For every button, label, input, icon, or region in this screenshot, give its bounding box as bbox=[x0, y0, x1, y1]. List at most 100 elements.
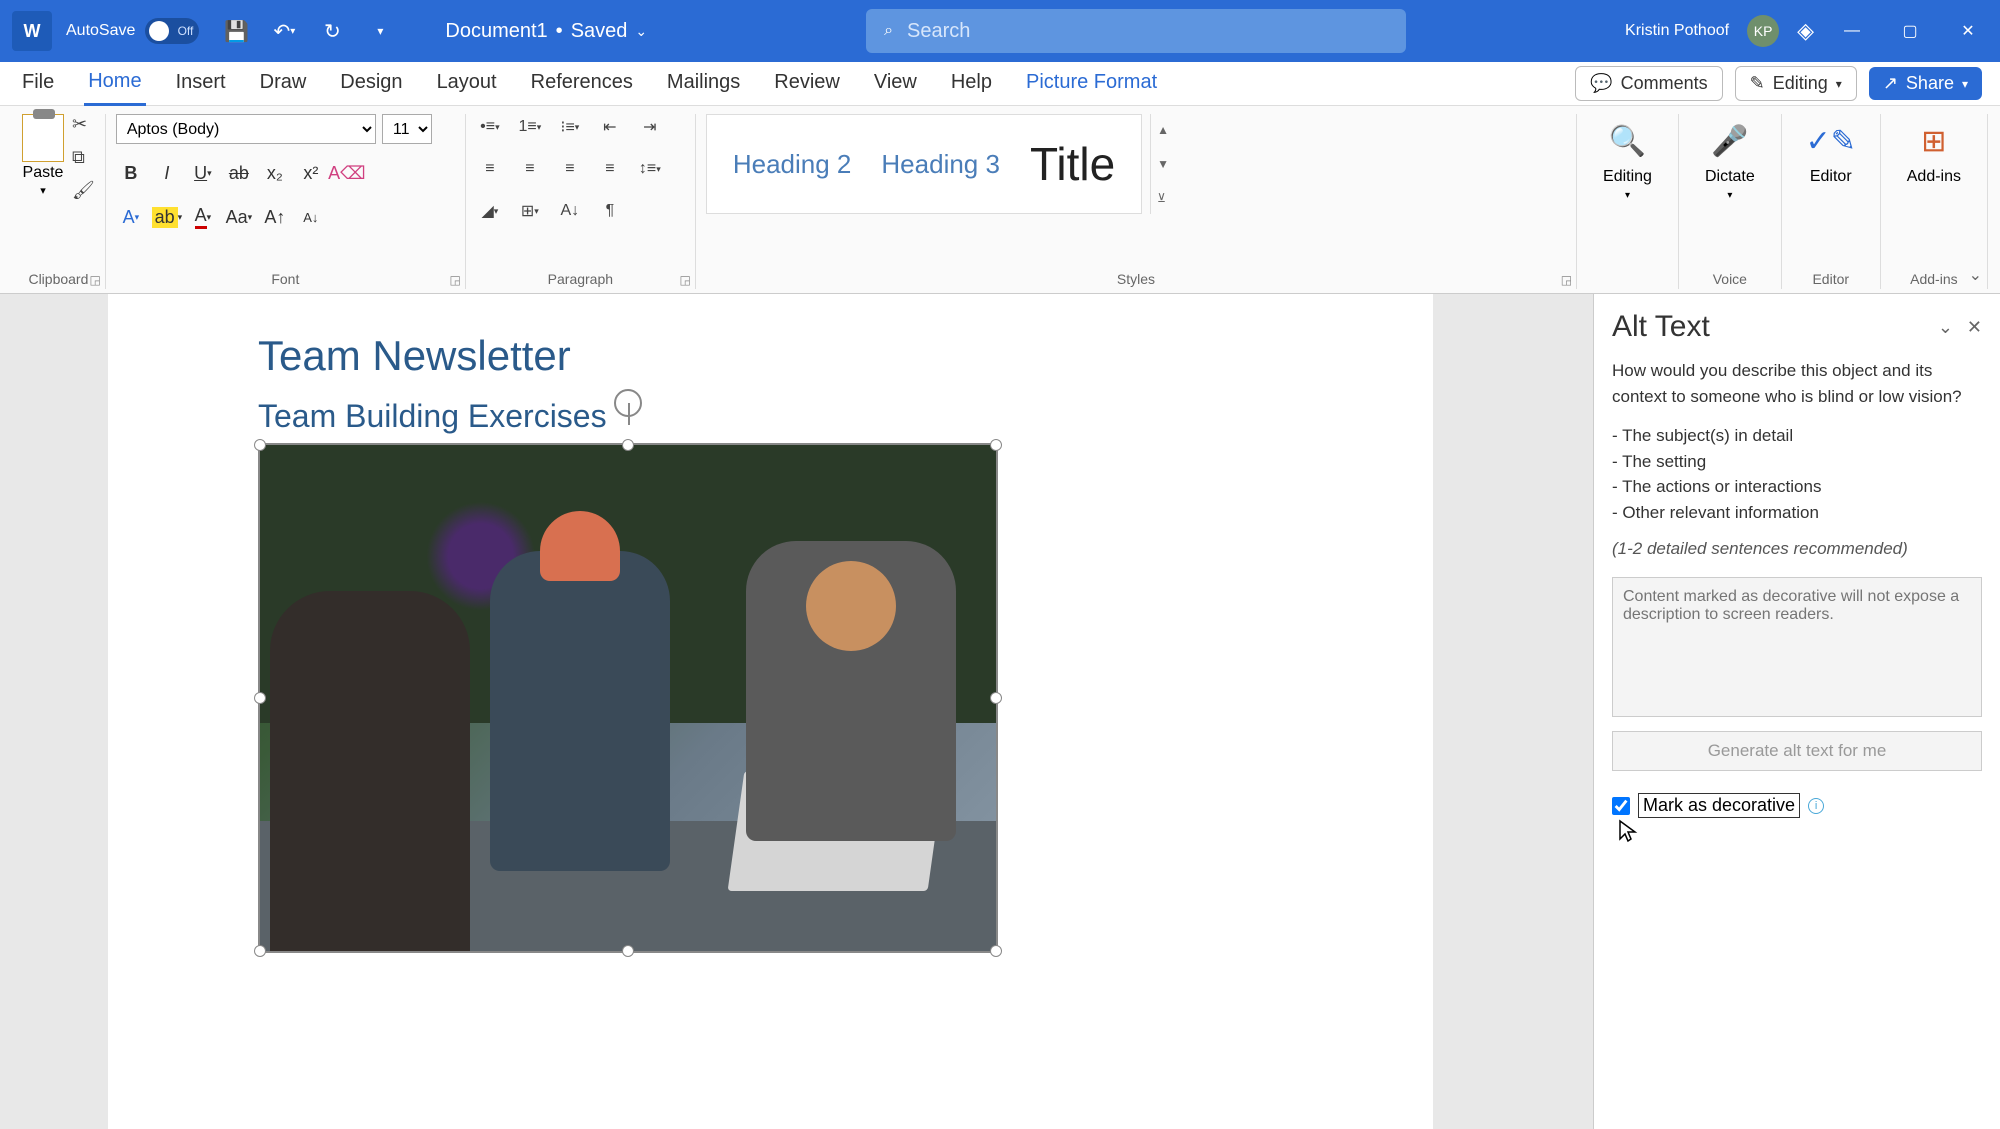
document-name[interactable]: Document1 • Saved ⌄ bbox=[445, 20, 647, 43]
close-button[interactable]: ✕ bbox=[1948, 15, 1988, 47]
align-right-button[interactable]: ≡ bbox=[556, 156, 584, 182]
tab-file[interactable]: File bbox=[18, 63, 58, 104]
customize-qat-icon[interactable]: ▾ bbox=[365, 16, 395, 46]
font-size-select[interactable]: 11 bbox=[382, 114, 432, 144]
collapse-ribbon-icon[interactable]: ⌄ bbox=[1969, 265, 1982, 285]
underline-button[interactable]: U▾ bbox=[188, 158, 218, 188]
font-color-button[interactable]: A▾ bbox=[188, 202, 218, 232]
borders-button[interactable]: ⊞▾ bbox=[516, 198, 544, 224]
resize-handle[interactable] bbox=[254, 945, 266, 957]
down-arrow-icon[interactable]: ▼ bbox=[1157, 157, 1172, 171]
shrink-font-button[interactable]: A↓ bbox=[296, 202, 326, 232]
change-case-button[interactable]: Aa▾ bbox=[224, 202, 254, 232]
italic-button[interactable]: I bbox=[152, 158, 182, 188]
save-icon[interactable]: 💾 bbox=[221, 16, 251, 46]
tab-design[interactable]: Design bbox=[336, 63, 406, 104]
maximize-button[interactable]: ▢ bbox=[1890, 15, 1930, 47]
styles-gallery[interactable]: Heading 2 Heading 3 Title bbox=[706, 114, 1142, 214]
align-left-button[interactable]: ≡ bbox=[476, 156, 504, 182]
dialog-launcher-icon[interactable]: ◲ bbox=[90, 273, 101, 287]
multilevel-button[interactable]: ⁝≡▾ bbox=[556, 114, 584, 140]
tab-mailings[interactable]: Mailings bbox=[663, 63, 744, 104]
tab-help[interactable]: Help bbox=[947, 63, 996, 104]
avatar[interactable]: KP bbox=[1747, 15, 1779, 47]
bullets-button[interactable]: •≡▾ bbox=[476, 114, 504, 140]
editing-mode-button[interactable]: ✎Editing▾ bbox=[1735, 66, 1857, 101]
minimize-button[interactable]: — bbox=[1832, 15, 1872, 47]
info-icon[interactable]: i bbox=[1808, 798, 1824, 814]
resize-handle[interactable] bbox=[622, 439, 634, 451]
document-canvas[interactable]: Team Newsletter Team Building Exercises bbox=[0, 294, 1593, 1129]
resize-handle[interactable] bbox=[622, 945, 634, 957]
rotate-handle[interactable] bbox=[614, 389, 642, 417]
selected-image[interactable] bbox=[258, 443, 998, 953]
addins-button[interactable]: ⊞ Add-ins bbox=[1891, 114, 1977, 190]
resize-handle[interactable] bbox=[254, 439, 266, 451]
redo-icon[interactable]: ↻ bbox=[317, 16, 347, 46]
line-spacing-button[interactable]: ↕≡▾ bbox=[636, 156, 664, 182]
increase-indent-button[interactable]: ⇥ bbox=[636, 114, 664, 140]
dialog-launcher-icon[interactable]: ◲ bbox=[680, 273, 691, 287]
resize-handle[interactable] bbox=[990, 439, 1002, 451]
tab-view[interactable]: View bbox=[870, 63, 921, 104]
superscript-button[interactable]: x² bbox=[296, 158, 326, 188]
sort-button[interactable]: A↓ bbox=[556, 198, 584, 224]
mark-decorative-checkbox[interactable] bbox=[1612, 797, 1630, 815]
comments-button[interactable]: 💬Comments bbox=[1575, 66, 1722, 101]
shading-button[interactable]: ◢▾ bbox=[476, 198, 504, 224]
show-marks-button[interactable]: ¶ bbox=[596, 198, 624, 224]
grow-font-button[interactable]: A↑ bbox=[260, 202, 290, 232]
text-effects-button[interactable]: A▾ bbox=[116, 202, 146, 232]
align-center-button[interactable]: ≡ bbox=[516, 156, 544, 182]
style-title[interactable]: Title bbox=[1030, 137, 1115, 191]
chevron-down-icon[interactable]: ▾ bbox=[40, 184, 46, 197]
paste-button[interactable]: Paste ▾ bbox=[22, 114, 64, 197]
decrease-indent-button[interactable]: ⇤ bbox=[596, 114, 624, 140]
pane-close-icon[interactable]: ✕ bbox=[1967, 317, 1982, 338]
tab-picture-format[interactable]: Picture Format bbox=[1022, 63, 1161, 104]
tab-insert[interactable]: Insert bbox=[172, 63, 230, 104]
tab-draw[interactable]: Draw bbox=[256, 63, 311, 104]
resize-handle[interactable] bbox=[254, 692, 266, 704]
style-heading3[interactable]: Heading 3 bbox=[881, 149, 1000, 180]
gallery-scroll[interactable]: ▲ ▼ ⊻ bbox=[1150, 114, 1172, 214]
autosave-toggle[interactable]: Off bbox=[145, 18, 199, 44]
highlight-button[interactable]: ab▾ bbox=[152, 202, 182, 232]
subscript-button[interactable]: x₂ bbox=[260, 158, 290, 188]
app-icon[interactable]: W bbox=[12, 11, 52, 51]
pane-dropdown-icon[interactable]: ⌄ bbox=[1938, 317, 1953, 338]
tab-layout[interactable]: Layout bbox=[433, 63, 501, 104]
copy-icon[interactable]: ⧉ bbox=[72, 147, 95, 168]
format-painter-icon[interactable]: 🖌 bbox=[72, 180, 95, 201]
editing-button[interactable]: 🔍 Editing ▾ bbox=[1587, 114, 1668, 205]
search-box[interactable]: ⌕ bbox=[866, 9, 1406, 53]
alt-text-textarea[interactable] bbox=[1612, 577, 1982, 717]
share-button[interactable]: ↗Share▾ bbox=[1869, 67, 1982, 100]
undo-icon[interactable]: ↶▾ bbox=[269, 16, 299, 46]
chevron-down-icon[interactable]: ⌄ bbox=[635, 23, 647, 40]
dialog-launcher-icon[interactable]: ◲ bbox=[450, 273, 461, 287]
mark-decorative-label[interactable]: Mark as decorative bbox=[1638, 793, 1800, 818]
style-heading2[interactable]: Heading 2 bbox=[733, 149, 852, 180]
user-name[interactable]: Kristin Pothoof bbox=[1625, 22, 1729, 40]
numbering-button[interactable]: 1≡▾ bbox=[516, 114, 544, 140]
clear-formatting-button[interactable]: A⌫ bbox=[332, 158, 362, 188]
search-input[interactable] bbox=[907, 20, 1388, 43]
diamond-icon[interactable]: ◈ bbox=[1797, 18, 1814, 44]
justify-button[interactable]: ≡ bbox=[596, 156, 624, 182]
cut-icon[interactable]: ✂ bbox=[72, 114, 95, 135]
resize-handle[interactable] bbox=[990, 945, 1002, 957]
autosave[interactable]: AutoSave Off bbox=[66, 18, 199, 44]
resize-handle[interactable] bbox=[990, 692, 1002, 704]
expand-icon[interactable]: ⊻ bbox=[1157, 191, 1172, 205]
tab-references[interactable]: References bbox=[527, 63, 637, 104]
editor-button[interactable]: ✓✎ Editor bbox=[1792, 114, 1870, 190]
tab-review[interactable]: Review bbox=[770, 63, 844, 104]
generate-alt-text-button[interactable]: Generate alt text for me bbox=[1612, 731, 1982, 771]
tab-home[interactable]: Home bbox=[84, 62, 145, 106]
dialog-launcher-icon[interactable]: ◲ bbox=[1561, 273, 1572, 287]
font-name-select[interactable]: Aptos (Body) bbox=[116, 114, 376, 144]
strikethrough-button[interactable]: ab bbox=[224, 158, 254, 188]
up-arrow-icon[interactable]: ▲ bbox=[1157, 123, 1172, 137]
dictate-button[interactable]: 🎤 Dictate ▾ bbox=[1689, 114, 1771, 205]
